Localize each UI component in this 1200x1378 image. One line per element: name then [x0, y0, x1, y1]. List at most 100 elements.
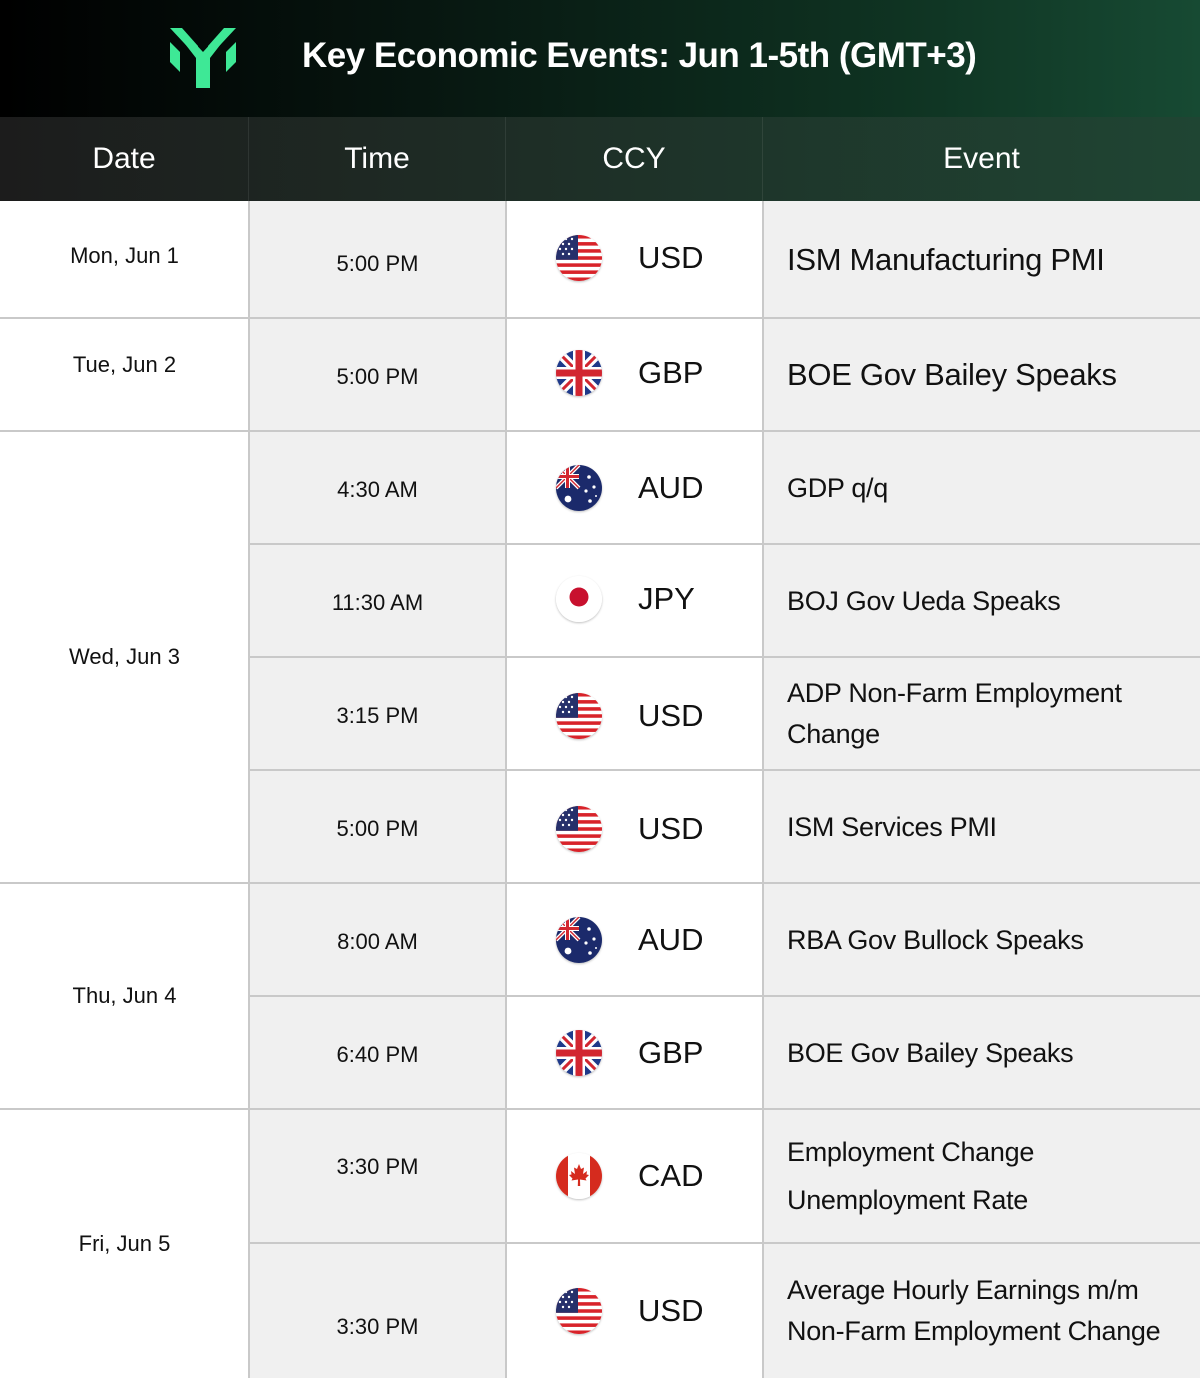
event-name: ISM Manufacturing PMI [787, 241, 1105, 277]
column-divider [248, 201, 250, 1378]
time-cell: 5:00 PM [249, 770, 506, 883]
row-divider [0, 430, 1200, 432]
currency-code: USD [638, 239, 704, 275]
currency-cell: CAD [506, 1109, 763, 1243]
event-name: ADP Non-Farm Employment [787, 677, 1122, 708]
currency-cell: AUD [506, 883, 763, 996]
time-cell: 8:00 AM [249, 883, 506, 996]
event-name: Change [787, 718, 880, 749]
canada-flag-icon [556, 1153, 602, 1199]
currency-code: AUD [638, 921, 704, 957]
date-label: Thu, Jun 4 [72, 983, 177, 1008]
column-divider [505, 201, 507, 1378]
uk-flag-icon [556, 1029, 602, 1076]
time-cell: 3:30 PM [249, 1243, 506, 1378]
time-label: 8:00 AM [337, 928, 418, 954]
event-cell: BOE Gov Bailey Speaks [763, 996, 1200, 1109]
us-flag-icon [556, 805, 602, 852]
event-name: Average Hourly Earnings m/m [787, 1274, 1139, 1305]
time-cell: 4:30 AM [249, 431, 506, 544]
event-name: RBA Gov Bullock Speaks [787, 924, 1084, 955]
event-cell: ISM Manufacturing PMI [763, 201, 1200, 318]
time-cell: 11:30 AM [249, 544, 506, 657]
column-header-time: Time [249, 117, 506, 201]
event-name: GDP q/q [787, 472, 888, 503]
date-label: Tue, Jun 2 [72, 351, 177, 377]
table-header: Date Time CCY Event [0, 117, 1200, 201]
time-cell: 5:00 PM [249, 318, 506, 431]
currency-code: AUD [638, 469, 704, 505]
currency-cell: USD [506, 770, 763, 883]
time-cell: 5:00 PM [249, 201, 506, 318]
event-cell: ADP Non-Farm Employment Change [763, 657, 1200, 770]
date-cell: Tue, Jun 2 [0, 318, 249, 431]
us-flag-icon [556, 234, 602, 281]
event-name: BOE Gov Bailey Speaks [787, 1037, 1074, 1068]
event-name: Non-Farm Employment Change [787, 1315, 1161, 1346]
page-title: Key Economic Events: Jun 1-5th (GMT+3) [302, 36, 977, 75]
row-divider [249, 656, 1200, 658]
currency-cell: JPY [506, 544, 763, 657]
event-cell: RBA Gov Bullock Speaks [763, 883, 1200, 996]
date-label: Wed, Jun 3 [69, 644, 180, 669]
us-flag-icon [556, 692, 602, 739]
currency-code: USD [638, 810, 704, 846]
event-cell: GDP q/q [763, 431, 1200, 544]
currency-code: USD [638, 697, 704, 733]
time-label: 3:15 PM [336, 702, 419, 728]
date-cell: Wed, Jun 3 [0, 431, 249, 883]
column-header-ccy: CCY [506, 117, 763, 201]
row-divider [0, 317, 1200, 319]
event-cell: BOE Gov Bailey Speaks [763, 318, 1200, 431]
event-cell: ISM Services PMI [763, 770, 1200, 883]
time-label: 6:40 PM [336, 1041, 419, 1067]
currency-code: USD [638, 1292, 704, 1328]
time-label: 4:30 AM [337, 476, 418, 502]
date-cell: Thu, Jun 4 [0, 883, 249, 1109]
title-bar: Key Economic Events: Jun 1-5th (GMT+3) [0, 0, 1200, 117]
japan-flag-icon [556, 575, 602, 622]
row-divider [249, 769, 1200, 771]
date-label: Mon, Jun 1 [70, 242, 179, 268]
currency-cell: USD [506, 1243, 763, 1378]
us-flag-icon [556, 1287, 602, 1334]
time-cell: 3:30 PM [249, 1109, 506, 1243]
currency-cell: USD [506, 201, 763, 318]
event-name: Employment Change [787, 1137, 1035, 1167]
currency-code: CAD [638, 1158, 704, 1193]
time-label: 3:30 PM [336, 1313, 419, 1339]
event-cell: BOJ Gov Ueda Speaks [763, 544, 1200, 657]
currency-code: JPY [638, 580, 695, 616]
currency-cell: AUD [506, 431, 763, 544]
event-name: BOE Gov Bailey Speaks [787, 356, 1117, 392]
time-cell: 3:15 PM [249, 657, 506, 770]
row-divider [249, 995, 1200, 997]
column-header-date: Date [0, 117, 249, 201]
row-divider [0, 1108, 1200, 1110]
event-name: BOJ Gov Ueda Speaks [787, 585, 1061, 616]
time-label: 11:30 AM [331, 589, 424, 615]
row-divider [249, 1242, 1200, 1244]
event-cell: Employment Change Unemployment Rate [763, 1109, 1200, 1243]
time-label: 3:30 PM [336, 1154, 419, 1179]
currency-cell: GBP [506, 318, 763, 431]
event-cell: Average Hourly Earnings m/m Non-Farm Empl… [763, 1243, 1200, 1378]
column-header-event: Event [943, 142, 1020, 175]
currency-code: GBP [638, 1034, 704, 1070]
brand-logo-icon [170, 28, 236, 88]
column-divider [762, 201, 764, 1378]
row-divider [0, 882, 1200, 884]
time-cell: 6:40 PM [249, 996, 506, 1109]
time-label: 5:00 PM [336, 250, 419, 276]
uk-flag-icon [556, 349, 602, 396]
date-label: Fri, Jun 5 [78, 1230, 171, 1256]
date-cell: Fri, Jun 5 [0, 1109, 249, 1378]
australia-flag-icon [556, 464, 602, 511]
currency-cell: GBP [506, 996, 763, 1109]
event-name: ISM Services PMI [787, 811, 997, 842]
time-label: 5:00 PM [336, 815, 419, 841]
event-name: Unemployment Rate [787, 1185, 1029, 1215]
date-cell: Mon, Jun 1 [0, 201, 249, 318]
australia-flag-icon [556, 916, 602, 963]
time-label: 5:00 PM [336, 363, 419, 389]
